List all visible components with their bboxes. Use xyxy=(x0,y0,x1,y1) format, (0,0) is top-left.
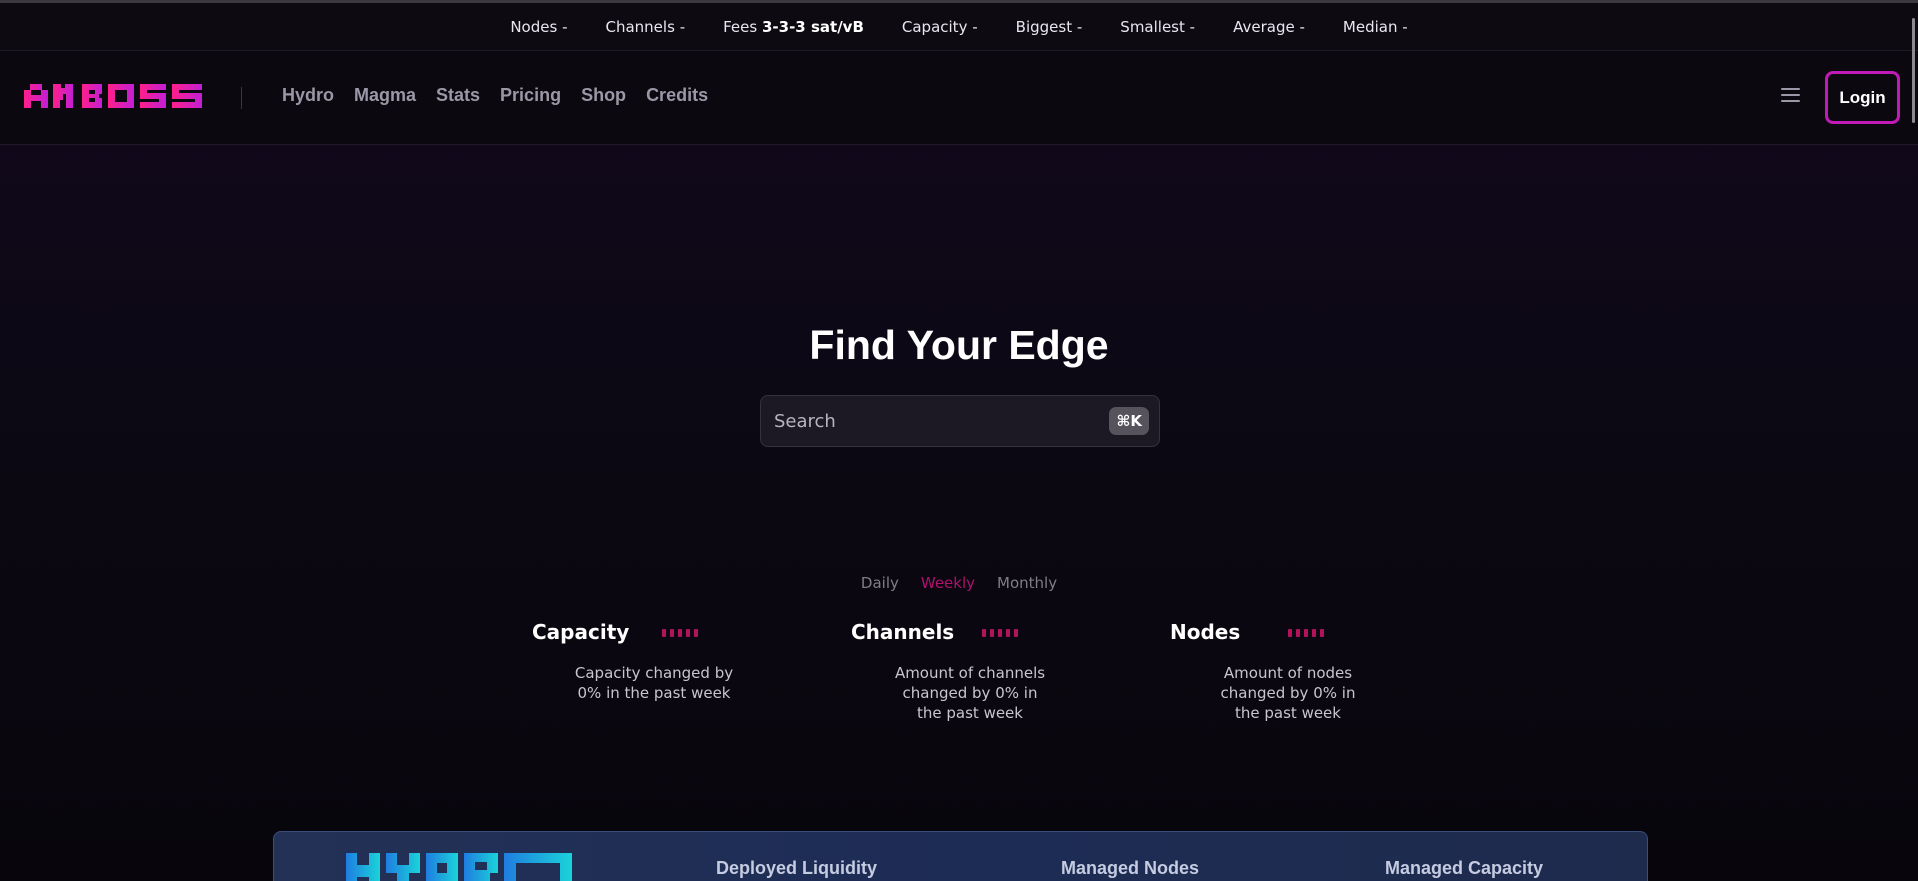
stat-biggest: Biggest - xyxy=(1015,17,1083,36)
hydro-logo xyxy=(346,853,572,881)
nav-link-hydro[interactable]: Hydro xyxy=(282,85,334,106)
login-button[interactable]: Login xyxy=(1825,71,1900,124)
metric-description: Amount of channels changed by 0% in the … xyxy=(894,664,1046,722)
hydro-stat-managed-nodes: Managed Nodes xyxy=(1061,858,1200,878)
nav-link-shop[interactable]: Shop xyxy=(581,85,626,106)
tab-weekly[interactable]: Weekly xyxy=(921,574,975,592)
tab-daily[interactable]: Daily xyxy=(861,574,899,592)
hydro-card[interactable]: Deployed Liquidity Managed Nodes Managed… xyxy=(273,831,1648,881)
stat-channels: Channels - xyxy=(605,17,686,36)
page-title: Find Your Edge xyxy=(809,322,1109,368)
nav-link-magma[interactable]: Magma xyxy=(354,85,416,106)
hydro-stat-deployed-liquidity: Deployed Liquidity xyxy=(716,858,878,878)
nav-link-stats[interactable]: Stats xyxy=(436,85,480,106)
metric-description: Capacity changed by 0% in the past week xyxy=(574,664,734,702)
stat-smallest: Smallest - xyxy=(1120,17,1196,36)
metric-title: Channels xyxy=(851,620,955,644)
stat-fees: Fees 3-3-3 sat/vB xyxy=(723,17,864,36)
metric-title: Capacity xyxy=(532,620,630,644)
search-input[interactable] xyxy=(774,410,1094,432)
metric-description: Amount of nodes changed by 0% in the pas… xyxy=(1220,664,1356,722)
nav-link-pricing[interactable]: Pricing xyxy=(500,85,561,106)
stat-median: Median - xyxy=(1342,17,1408,36)
tab-monthly[interactable]: Monthly xyxy=(997,574,1057,592)
metric-title: Nodes xyxy=(1170,620,1241,644)
period-tabs: Daily Weekly Monthly xyxy=(0,574,1918,592)
search-shortcut-badge: ⌘K xyxy=(1109,407,1149,435)
loading-dots-icon xyxy=(662,629,698,637)
search-box[interactable]: ⌘K xyxy=(760,395,1160,447)
main-navbar: Hydro Magma Stats Pricing Shop Credits L… xyxy=(0,51,1918,145)
nav-divider xyxy=(241,87,242,109)
stat-average: Average - xyxy=(1233,17,1305,36)
scrollbar-thumb[interactable] xyxy=(1912,18,1915,123)
nav-links: Hydro Magma Stats Pricing Shop Credits xyxy=(282,85,708,106)
hamburger-menu-icon[interactable] xyxy=(1781,88,1801,106)
loading-dots-icon xyxy=(982,629,1018,637)
hydro-stat-managed-capacity: Managed Capacity xyxy=(1385,858,1544,878)
network-stats-bar: Nodes - Channels - Fees 3-3-3 sat/vB Cap… xyxy=(0,0,1918,51)
stat-nodes: Nodes - xyxy=(510,17,568,36)
amboss-logo[interactable] xyxy=(24,84,202,108)
stat-capacity: Capacity - xyxy=(901,17,978,36)
nav-link-credits[interactable]: Credits xyxy=(646,85,708,106)
loading-dots-icon xyxy=(1288,629,1324,637)
